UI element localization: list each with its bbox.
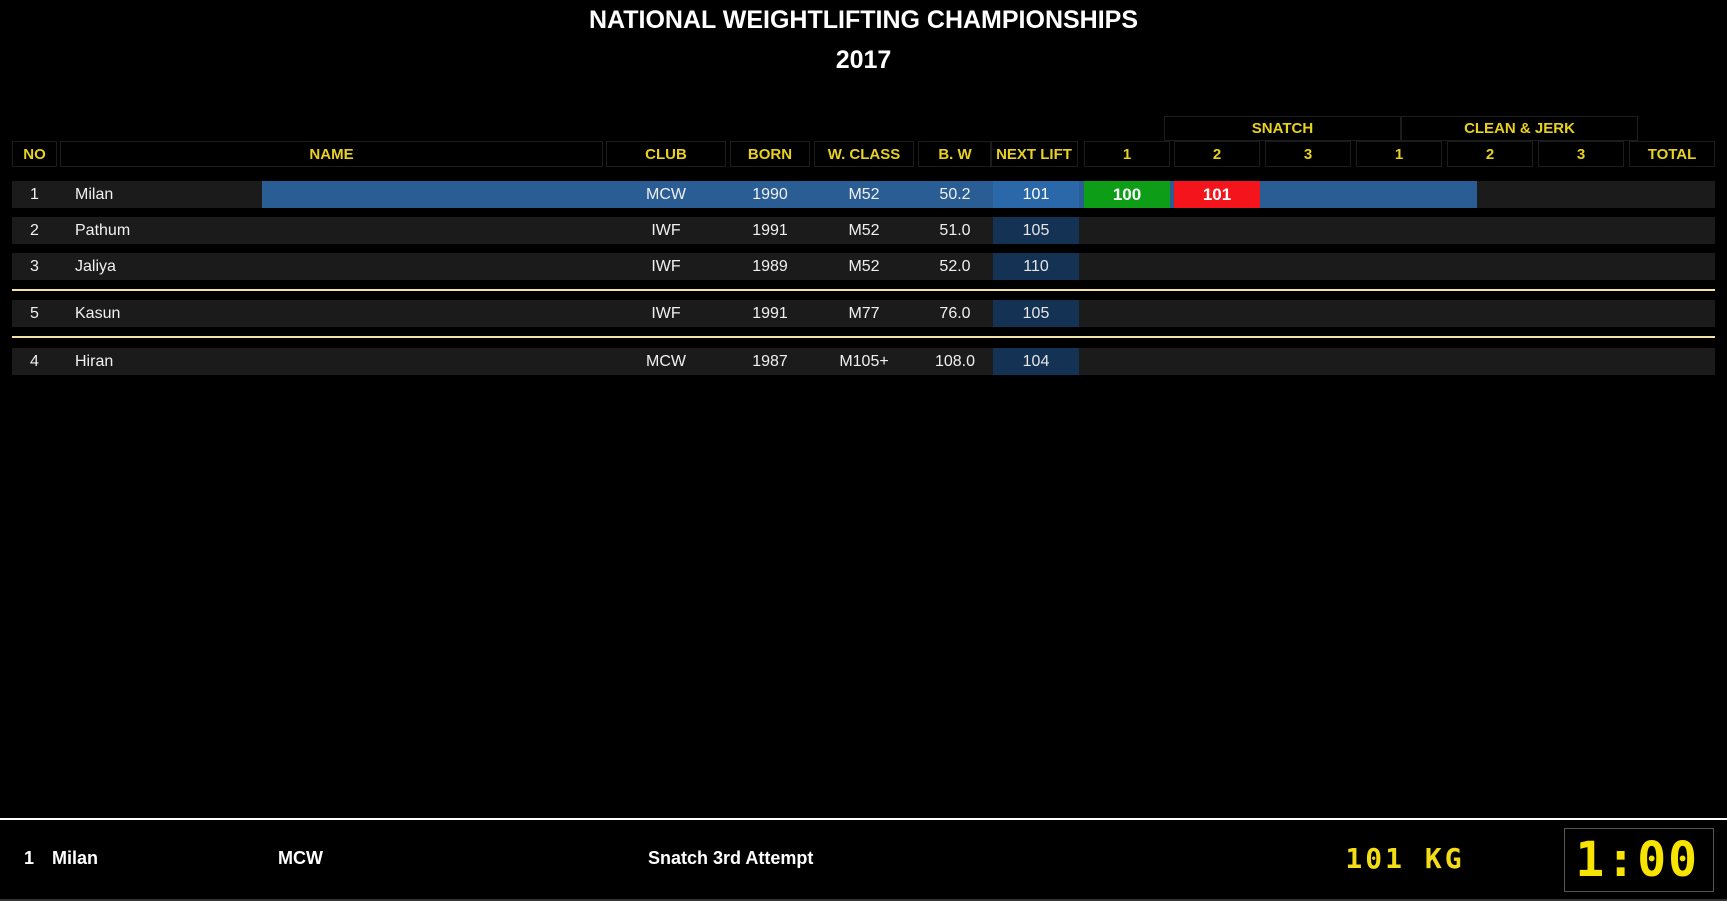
header-clean-jerk-3: 3 <box>1538 141 1624 167</box>
athlete-club: MCW <box>646 186 686 203</box>
snatch-attempt-2: 101 <box>1174 181 1260 208</box>
athlete-no: 4 <box>30 353 39 370</box>
header-snatch-1: 1 <box>1084 141 1170 167</box>
athlete-next-lift: 105 <box>993 300 1079 327</box>
athlete-name: Kasun <box>75 305 121 322</box>
athlete-next-lift: 110 <box>993 253 1079 280</box>
current-attempt-weight: 101 KG <box>1345 842 1465 875</box>
athlete-name: Jaliya <box>75 258 116 275</box>
weight-class-divider <box>12 336 1715 338</box>
athlete-club: IWF <box>651 305 681 322</box>
athlete-no: 1 <box>30 186 39 203</box>
athlete-row[interactable]: 2 Pathum IWF 1991 M52 51.0 105 <box>12 217 1715 244</box>
athlete-name: Hiran <box>75 353 114 370</box>
header-clean-jerk-1: 1 <box>1356 141 1442 167</box>
athlete-born: 1987 <box>752 353 788 370</box>
athlete-row[interactable]: 5 Kasun IWF 1991 M77 76.0 105 <box>12 300 1715 327</box>
athlete-name: Milan <box>75 186 114 203</box>
athlete-row[interactable]: 4 Hiran MCW 1987 M105+ 108.0 104 <box>12 348 1715 375</box>
attempt-timer: 1:00 <box>1564 828 1714 892</box>
athlete-no: 5 <box>30 305 39 322</box>
footer-separator <box>0 818 1727 820</box>
athlete-next-lift: 101 <box>993 181 1079 208</box>
current-attempt-label: Snatch 3rd Attempt <box>648 848 814 868</box>
header-snatch-3: 3 <box>1265 141 1351 167</box>
athlete-club: IWF <box>651 258 681 275</box>
header-weight-class: W. CLASS <box>814 141 914 167</box>
header-total: TOTAL <box>1629 141 1715 167</box>
athlete-weight-class: M52 <box>848 222 880 239</box>
athlete-weight-class: M77 <box>848 305 880 322</box>
athlete-body-weight: 51.0 <box>939 222 971 239</box>
clean-jerk-group-header: CLEAN & JERK <box>1401 116 1638 141</box>
header-clean-jerk-2: 2 <box>1447 141 1533 167</box>
header-born: BORN <box>730 141 810 167</box>
athlete-body-weight: 108.0 <box>934 353 976 370</box>
athlete-no: 3 <box>30 258 39 275</box>
athlete-no: 2 <box>30 222 39 239</box>
header-name: NAME <box>60 141 603 167</box>
athlete-born: 1991 <box>752 305 788 322</box>
athlete-born: 1991 <box>752 222 788 239</box>
header-no: NO <box>12 141 57 167</box>
current-lifter-no: 1 <box>24 848 35 868</box>
header-body-weight: B. W <box>918 141 992 167</box>
athlete-body-weight: 50.2 <box>939 186 971 203</box>
athlete-club: MCW <box>646 353 686 370</box>
athlete-weight-class: M105+ <box>839 353 889 370</box>
athlete-born: 1989 <box>752 258 788 275</box>
athlete-born: 1990 <box>752 186 788 203</box>
championship-title: NATIONAL WEIGHTLIFTING CHAMPIONSHIPS <box>588 6 1139 34</box>
athlete-body-weight: 76.0 <box>939 305 971 322</box>
snatch-attempt-1: 100 <box>1084 181 1170 208</box>
athlete-body-weight: 52.0 <box>939 258 971 275</box>
athlete-weight-class: M52 <box>848 258 880 275</box>
snatch-group-header: SNATCH <box>1164 116 1401 141</box>
athlete-next-lift: 104 <box>993 348 1079 375</box>
current-lifter-club: MCW <box>278 848 323 868</box>
championship-year: 2017 <box>835 46 892 74</box>
header-next-lift: NEXT LIFT <box>990 141 1078 167</box>
header-snatch-2: 2 <box>1174 141 1260 167</box>
athlete-club: IWF <box>651 222 681 239</box>
athlete-next-lift: 105 <box>993 217 1079 244</box>
header-club: CLUB <box>606 141 726 167</box>
athlete-row[interactable]: 1 Milan MCW 1990 M52 50.2 101 100 101 <box>12 181 1715 208</box>
weight-class-divider <box>12 289 1715 291</box>
athlete-row[interactable]: 3 Jaliya IWF 1989 M52 52.0 110 <box>12 253 1715 280</box>
athlete-name: Pathum <box>75 222 131 239</box>
current-lifter-name: Milan <box>52 848 99 868</box>
athlete-weight-class: M52 <box>848 186 880 203</box>
